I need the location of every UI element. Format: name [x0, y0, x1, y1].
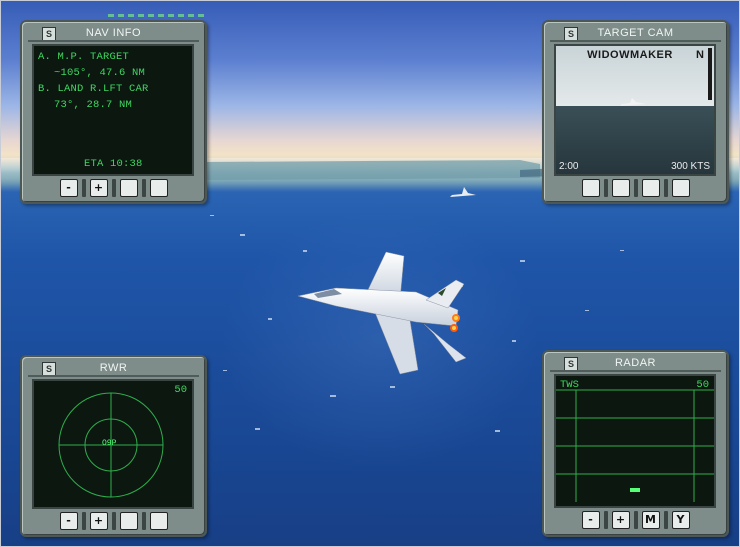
- waypoint-b-label: B. LAND R.LFT CAR: [38, 83, 149, 95]
- target-cam-display: S TARGET CAM WIDOWMAKER N 2:00 300 KTS: [542, 20, 729, 204]
- rwr-display: S RWR 50 O9P - +: [20, 355, 207, 537]
- eta-readout: ETA 10:38: [84, 158, 143, 170]
- radar-screen: TWS 50: [554, 374, 716, 508]
- mfd-header-bar: [550, 40, 721, 42]
- mfd-header: S TARGET CAM: [550, 26, 721, 42]
- horizon-indicator: [108, 14, 208, 17]
- mfd-header-bar: [550, 370, 721, 372]
- button-divider: [633, 511, 638, 529]
- heading-marker: N: [696, 49, 704, 61]
- button-divider: [663, 511, 668, 529]
- nav-info-screen: A. M.P. TARGET ~105°, 47.6 NM B. LAND R.…: [32, 44, 194, 176]
- button-divider: [603, 511, 608, 529]
- radar-range: 50: [696, 379, 709, 391]
- zoom-out-button[interactable]: -: [59, 179, 78, 197]
- waypoint-a-bearing: ~105°, 47.6 NM: [54, 67, 146, 79]
- blank-button[interactable]: [581, 179, 600, 197]
- radar-mode: TWS: [560, 379, 579, 391]
- blank-button[interactable]: [119, 179, 138, 197]
- rwr-buttons: - +: [22, 510, 205, 532]
- mfd-title: RADAR: [614, 357, 656, 369]
- mfd-header-bar: [28, 40, 199, 42]
- waypoint-b-bearing: 73°, 28.7 NM: [54, 99, 133, 111]
- mfd-title: NAV INFO: [85, 27, 142, 39]
- zoom-in-button[interactable]: +: [89, 179, 108, 197]
- mfd-header: S RADAR: [550, 356, 721, 372]
- target-aircraft-icon: [620, 98, 646, 106]
- mfd-header-bar: [28, 375, 199, 377]
- zoom-out-button[interactable]: -: [581, 511, 600, 529]
- flight-scene: S NAV INFO A. M.P. TARGET ~105°, 47.6 NM…: [0, 0, 740, 547]
- radar-buttons: - + M Y: [544, 509, 727, 531]
- button-divider: [81, 512, 86, 530]
- blank-button[interactable]: [149, 512, 168, 530]
- radar-grid: [556, 389, 714, 502]
- button-divider: [603, 179, 608, 197]
- nav-info-buttons: - +: [22, 177, 205, 199]
- target-cam-buttons: [544, 177, 727, 199]
- radar-display: S RADAR TWS 50 - + M Y: [542, 350, 729, 537]
- zoom-out-button[interactable]: -: [59, 512, 78, 530]
- target-speed: 300 KTS: [671, 161, 710, 172]
- nav-info-display: S NAV INFO A. M.P. TARGET ~105°, 47.6 NM…: [20, 20, 207, 204]
- mfd-header: S NAV INFO: [28, 26, 199, 42]
- rwr-contact-symbol: O9P: [102, 439, 117, 448]
- zoom-in-button[interactable]: +: [611, 511, 630, 529]
- y-button[interactable]: Y: [671, 511, 690, 529]
- button-divider: [81, 179, 86, 197]
- target-cam-scrollbar[interactable]: [708, 48, 712, 100]
- target-cam-screen: WIDOWMAKER N 2:00 300 KTS: [554, 44, 716, 176]
- button-divider: [633, 179, 638, 197]
- button-divider: [663, 179, 668, 197]
- rwr-range: 50: [174, 384, 187, 396]
- player-fighter-jet: [297, 251, 467, 375]
- blank-button[interactable]: [149, 179, 168, 197]
- zoom-in-button[interactable]: +: [89, 512, 108, 530]
- blank-button[interactable]: [641, 179, 660, 197]
- target-name: WIDOWMAKER: [587, 49, 673, 61]
- rwr-screen: 50 O9P: [32, 379, 194, 509]
- mfd-title: RWR: [99, 362, 128, 374]
- button-divider: [141, 179, 146, 197]
- button-divider: [141, 512, 146, 530]
- blank-button[interactable]: [671, 179, 690, 197]
- target-time: 2:00: [559, 161, 579, 172]
- mfd-header: S RWR: [28, 361, 199, 377]
- mode-button[interactable]: M: [641, 511, 660, 529]
- button-divider: [111, 179, 116, 197]
- waypoint-a-label: A. M.P. TARGET: [38, 51, 130, 63]
- mfd-title: TARGET CAM: [597, 27, 674, 39]
- button-divider: [111, 512, 116, 530]
- blank-button[interactable]: [611, 179, 630, 197]
- blank-button[interactable]: [119, 512, 138, 530]
